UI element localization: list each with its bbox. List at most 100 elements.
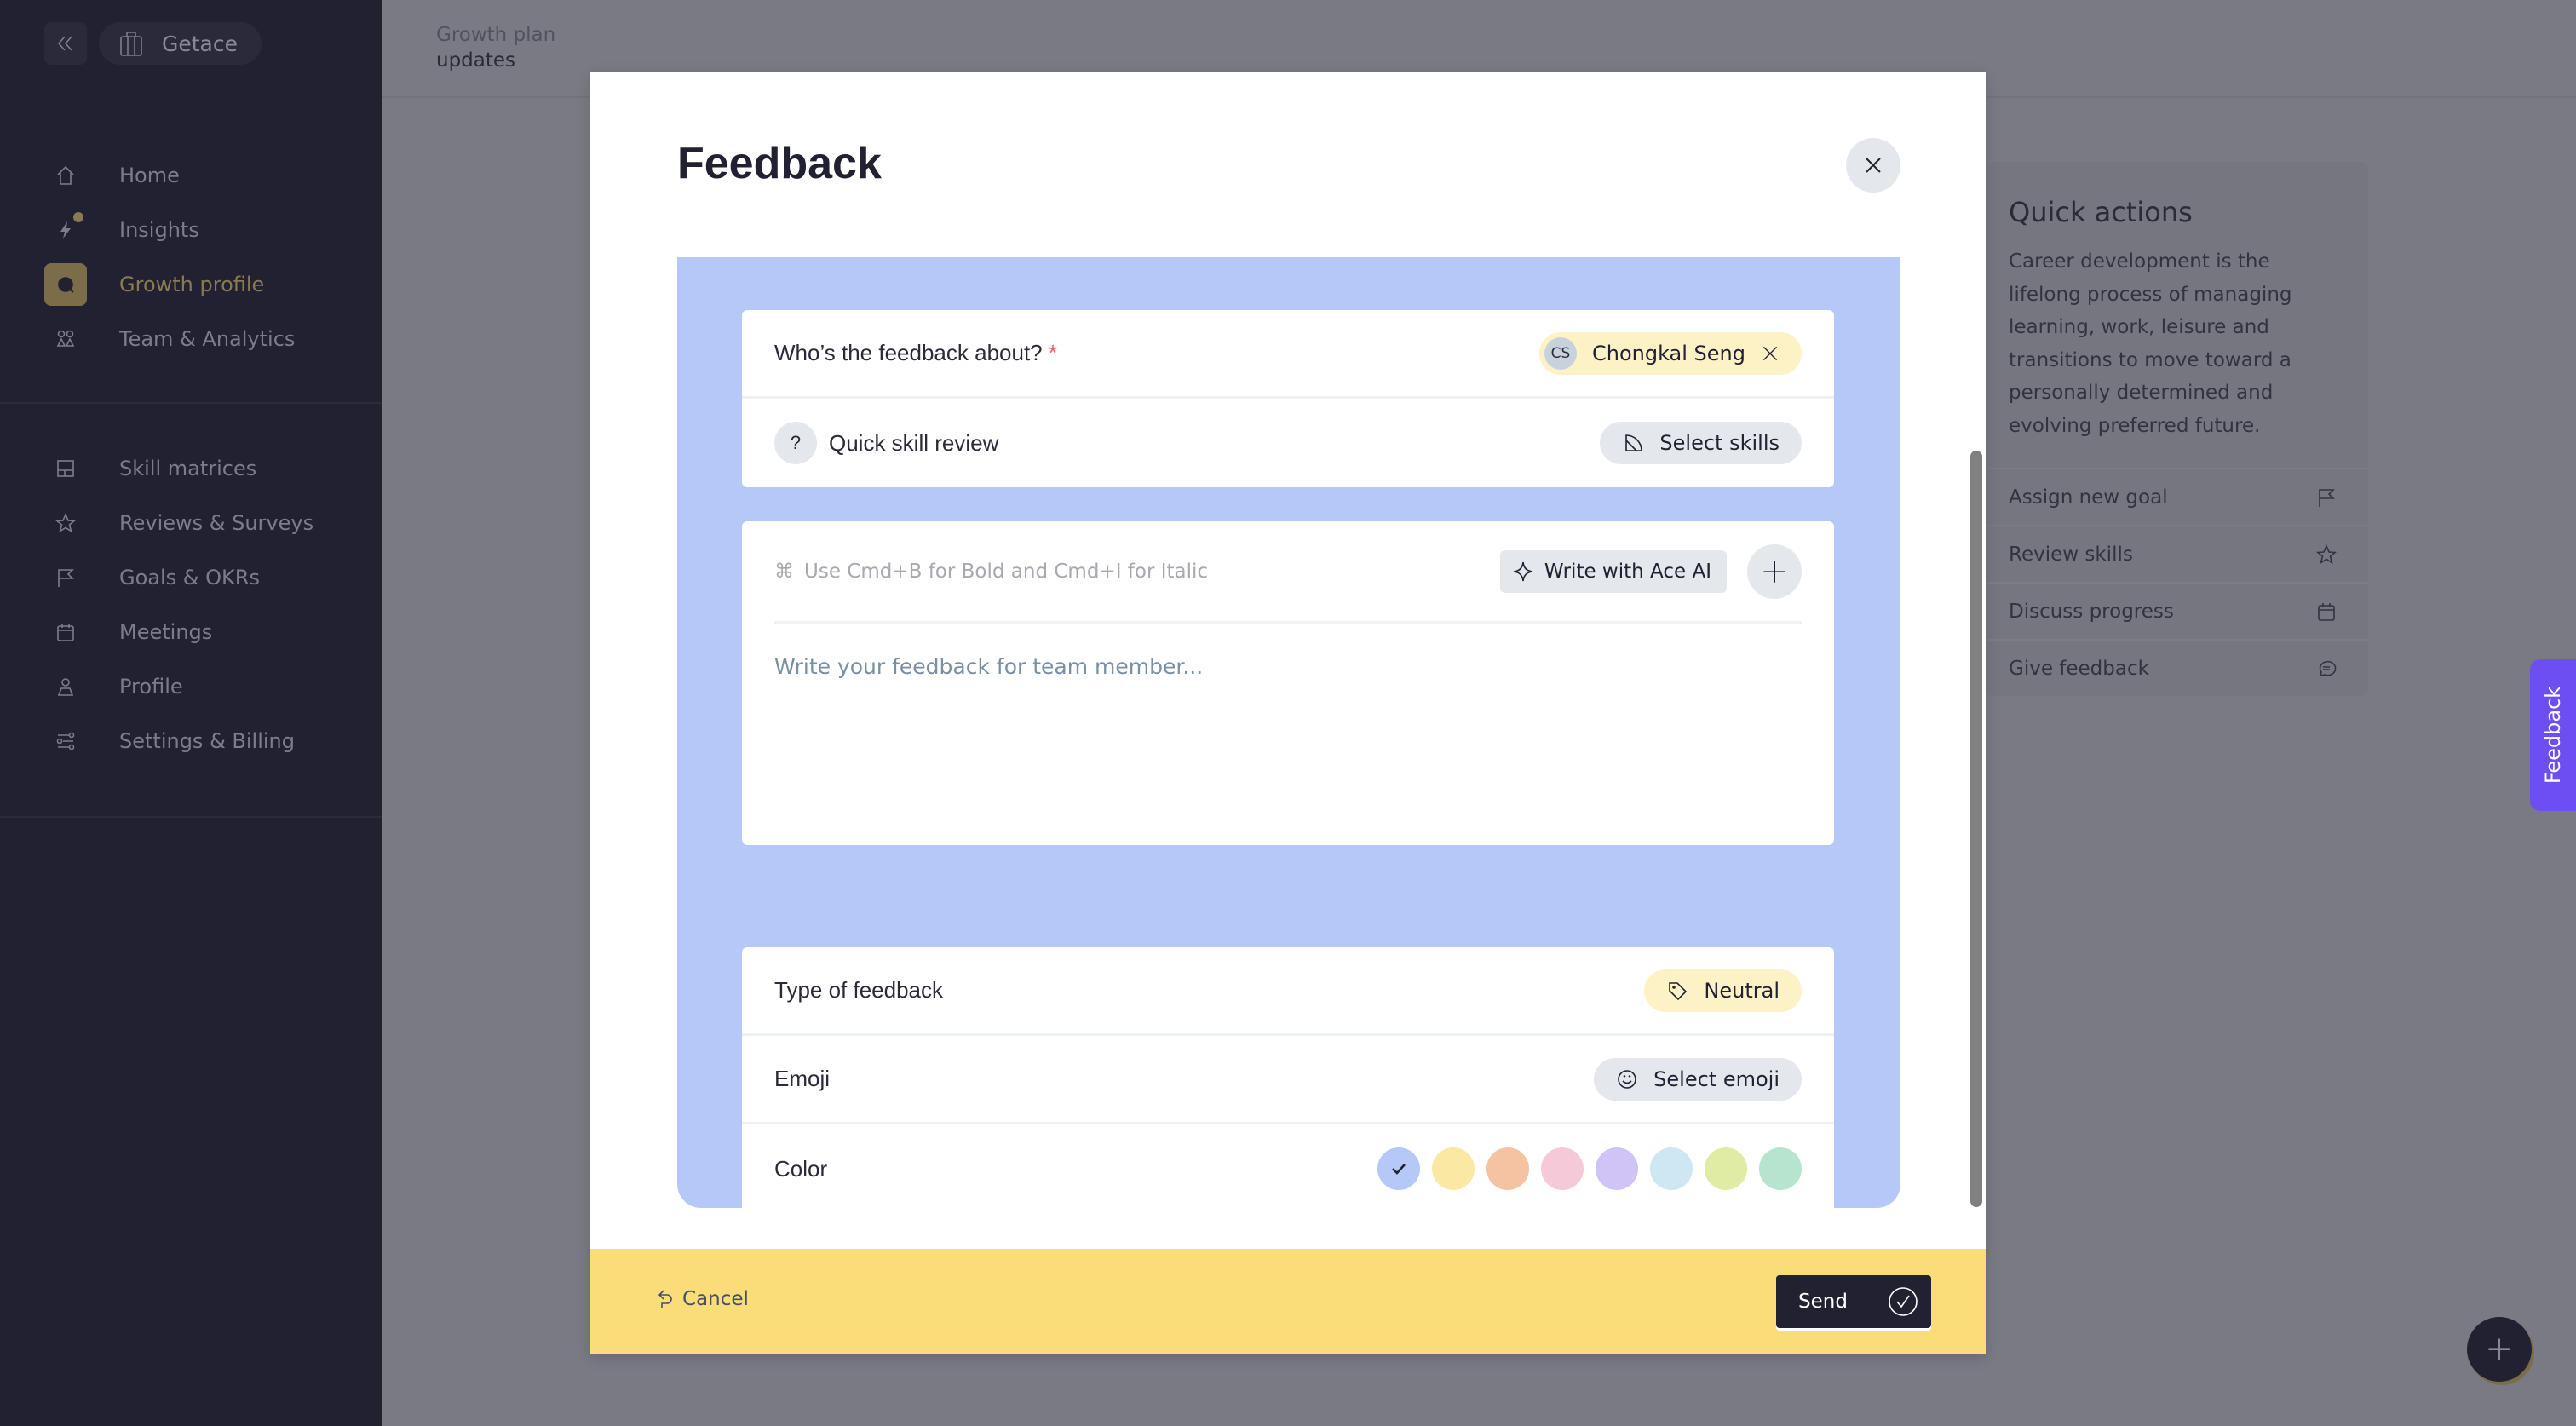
sidebar-item-label: Insights bbox=[119, 218, 199, 242]
flag-icon bbox=[44, 556, 87, 599]
org-switcher[interactable]: Getace bbox=[99, 22, 262, 65]
feedback-type-select[interactable]: Neutral bbox=[1644, 969, 1802, 1012]
quick-action-review-skills[interactable]: Review skills bbox=[1987, 525, 2368, 582]
close-button[interactable] bbox=[1846, 138, 1900, 193]
chat-icon bbox=[2319, 660, 2337, 676]
send-button[interactable]: Send bbox=[1776, 1275, 1931, 1328]
sidebar-item-team-analytics[interactable]: Team & Analytics bbox=[0, 312, 382, 366]
quick-actions-panel: Quick actions Career development is the … bbox=[1987, 162, 2368, 696]
recipient-chip[interactable]: CS Chongkal Seng bbox=[1538, 331, 1802, 375]
sidebar-item-settings-billing[interactable]: Settings & Billing bbox=[0, 714, 382, 768]
calendar-icon bbox=[44, 611, 87, 653]
command-icon: ⌘ bbox=[774, 560, 794, 583]
color-swatch[interactable] bbox=[1596, 1147, 1638, 1190]
color-row: Color bbox=[742, 1124, 1834, 1213]
quick-action-label: Give feedback bbox=[2009, 657, 2149, 680]
add-attachment-button[interactable]: + bbox=[1747, 543, 1802, 599]
quick-skill-label: Quick skill review bbox=[829, 429, 999, 456]
quick-action-discuss-progress[interactable]: Discuss progress bbox=[1987, 582, 2368, 639]
color-swatch[interactable] bbox=[1705, 1147, 1747, 1190]
sidebar-item-label: Skill matrices bbox=[119, 457, 257, 480]
briefcase-icon bbox=[120, 32, 142, 56]
modal-footer: Cancel Send bbox=[590, 1249, 1986, 1354]
add-fab-button[interactable]: + bbox=[2467, 1317, 2532, 1382]
color-swatch[interactable] bbox=[1650, 1147, 1693, 1190]
color-swatch[interactable] bbox=[1759, 1147, 1802, 1190]
quick-action-give-feedback[interactable]: Give feedback bbox=[1987, 639, 2368, 696]
primary-nav: Home Insights Growth profile Team & Anal… bbox=[0, 148, 382, 366]
sidebar-item-goals-okrs[interactable]: Goals & OKRs bbox=[0, 550, 382, 605]
quick-actions-description: Career development is the lifelong proce… bbox=[2009, 250, 2292, 437]
team-icon bbox=[44, 318, 87, 360]
plus-icon: + bbox=[1760, 551, 1789, 591]
feedback-side-tab[interactable]: Feedback bbox=[2530, 659, 2576, 811]
quick-actions-title: Quick actions bbox=[2009, 196, 2193, 228]
quick-action-label: Discuss progress bbox=[2009, 600, 2174, 623]
calendar-icon bbox=[2318, 602, 2335, 621]
required-marker: * bbox=[1048, 340, 1057, 365]
color-swatch[interactable] bbox=[1486, 1147, 1529, 1190]
modal-title: Feedback bbox=[677, 139, 882, 188]
check-icon bbox=[1392, 1164, 1406, 1175]
sidebar-item-skill-matrices[interactable]: Skill matrices bbox=[0, 441, 382, 496]
select-skills-button[interactable]: Select skills bbox=[1600, 422, 1802, 464]
cancel-button[interactable]: Cancel bbox=[655, 1288, 749, 1310]
sidebar-item-label: Profile bbox=[119, 675, 183, 699]
sidebar-item-label: Settings & Billing bbox=[119, 729, 295, 753]
color-swatch[interactable] bbox=[1432, 1147, 1475, 1190]
flag-icon bbox=[2319, 488, 2335, 507]
user-icon bbox=[44, 665, 87, 708]
undo-icon bbox=[658, 1290, 672, 1308]
sidebar-item-home[interactable]: Home bbox=[0, 148, 382, 203]
sidebar-item-insights[interactable]: Insights bbox=[0, 203, 382, 257]
quick-skill-row: ? Quick skill review Select skills bbox=[742, 399, 1834, 487]
sidebar-item-profile[interactable]: Profile bbox=[0, 659, 382, 714]
feedback-text-input[interactable] bbox=[774, 654, 1802, 808]
lightning-icon bbox=[44, 209, 87, 251]
feedback-form: Who’s the feedback about? * CS Chongkal … bbox=[677, 257, 1900, 1213]
editor-toolbar: ⌘ Use Cmd+B for Bold and Cmd+I for Italic… bbox=[774, 521, 1802, 624]
star-icon bbox=[2315, 543, 2337, 564]
close-icon bbox=[1866, 158, 1881, 173]
color-swatch[interactable] bbox=[1377, 1147, 1420, 1190]
quick-action-label: Assign new goal bbox=[2009, 486, 2168, 509]
check-circle-icon bbox=[1889, 1287, 1918, 1316]
star-icon bbox=[44, 502, 87, 544]
sidebar-divider bbox=[0, 816, 382, 818]
recipient-name: Chongkal Seng bbox=[1591, 341, 1745, 365]
quarter-circle-icon bbox=[1625, 434, 1643, 451]
sidebar-item-growth-profile[interactable]: Growth profile bbox=[0, 257, 382, 312]
sidebar-item-reviews-surveys[interactable]: Reviews & Surveys bbox=[0, 496, 382, 550]
sidebar-item-meetings[interactable]: Meetings bbox=[0, 605, 382, 659]
double-chevron-left-icon bbox=[57, 36, 72, 51]
sidebar-item-label: Team & Analytics bbox=[119, 327, 296, 351]
sidebar-item-label: Meetings bbox=[119, 620, 213, 644]
color-swatches bbox=[1377, 1147, 1802, 1190]
recipient-label: Who’s the feedback about? * bbox=[774, 340, 1057, 365]
write-with-ai-button[interactable]: Write with Ace AI bbox=[1499, 549, 1727, 593]
question-icon: ? bbox=[774, 422, 817, 464]
recipient-row: Who’s the feedback about? * CS Chongkal … bbox=[742, 310, 1834, 399]
color-label: Color bbox=[774, 1155, 828, 1182]
sparkle-icon bbox=[1513, 561, 1533, 581]
quick-action-assign-goal[interactable]: Assign new goal bbox=[1987, 468, 2368, 525]
recipient-card: Who’s the feedback about? * CS Chongkal … bbox=[742, 310, 1834, 487]
color-swatch[interactable] bbox=[1541, 1147, 1584, 1190]
secondary-nav: Skill matrices Reviews & Surveys Goals &… bbox=[0, 441, 382, 768]
leaf-icon bbox=[44, 263, 87, 306]
home-icon bbox=[44, 154, 87, 197]
tag-icon bbox=[1669, 981, 1688, 1000]
emoji-label: Emoji bbox=[774, 1066, 831, 1091]
select-emoji-button[interactable]: Select emoji bbox=[1594, 1057, 1802, 1101]
editor-hint: ⌘ Use Cmd+B for Bold and Cmd+I for Italic bbox=[774, 560, 1209, 583]
sidebar: Getace Home Insights Growth profile Team… bbox=[0, 0, 382, 1426]
modal-scrollbar[interactable] bbox=[1970, 451, 1982, 1207]
org-name: Getace bbox=[162, 31, 239, 56]
remove-recipient-icon[interactable] bbox=[1761, 344, 1780, 363]
options-card: Type of feedback Neutral Emoji Select em… bbox=[742, 947, 1834, 1213]
feedback-type-row: Type of feedback Neutral bbox=[742, 947, 1834, 1036]
smile-icon bbox=[1618, 1069, 1636, 1089]
collapse-sidebar-button[interactable] bbox=[44, 22, 87, 65]
breadcrumb-parent[interactable]: Growth plan bbox=[436, 24, 555, 46]
sidebar-item-label: Home bbox=[119, 164, 180, 187]
